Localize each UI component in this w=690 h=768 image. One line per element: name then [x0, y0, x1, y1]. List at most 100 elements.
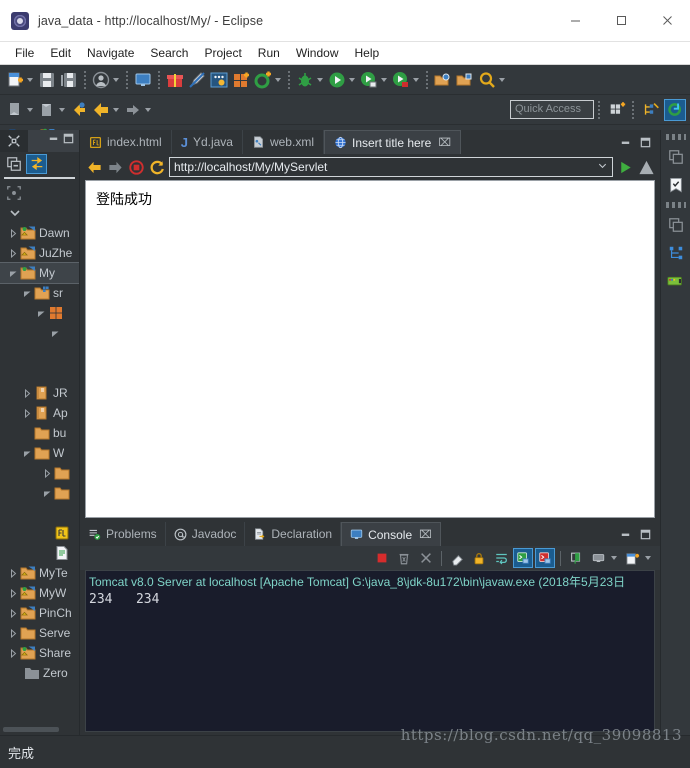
tree-item-share[interactable]: Share — [0, 643, 79, 663]
run-as-dropdown-icon[interactable] — [381, 77, 387, 82]
back-icon[interactable] — [90, 98, 112, 122]
url-bar[interactable]: http://localhost/My/MyServlet — [169, 157, 613, 177]
twisty-expanded-icon[interactable] — [40, 489, 54, 498]
link-with-editor-button[interactable] — [26, 154, 47, 174]
browser-stop-button[interactable] — [127, 158, 145, 176]
minimize-console-icon[interactable] — [619, 528, 632, 546]
search-dropdown-icon[interactable] — [499, 77, 505, 82]
display-console-dropdown-icon[interactable] — [611, 556, 617, 560]
tree-item-apache[interactable]: Ap — [0, 403, 79, 423]
tree-item-dawn[interactable]: Dawn — [0, 223, 79, 243]
tree-item-zero[interactable]: Zero — [0, 663, 79, 683]
remove-all-button[interactable] — [416, 548, 436, 568]
tree-item-juzhe[interactable]: JuZhe — [0, 243, 79, 263]
back-dropdown-icon[interactable] — [113, 107, 119, 112]
minimize-editor-icon[interactable] — [619, 136, 632, 154]
twisty-collapsed-icon[interactable] — [20, 388, 34, 398]
minimize-button[interactable] — [552, 0, 598, 41]
new-server-icon[interactable] — [230, 68, 252, 92]
close-icon[interactable]: ⌧ — [438, 136, 451, 149]
twisty-expanded-icon[interactable] — [6, 269, 20, 278]
restore-icon[interactable] — [665, 146, 687, 168]
tree-item-webcontent[interactable]: W — [0, 443, 79, 463]
tab-problems[interactable]: Problems — [80, 522, 166, 546]
twisty-collapsed-icon[interactable] — [6, 248, 20, 258]
close-button[interactable] — [644, 0, 690, 41]
console-output[interactable]: Tomcat v8.0 Server at localhost [Apache … — [85, 570, 655, 732]
forward-dropdown-icon[interactable] — [145, 107, 151, 112]
menu-window[interactable]: Window — [288, 44, 347, 62]
twisty-collapsed-icon[interactable] — [20, 408, 34, 418]
twisty-collapsed-icon[interactable] — [6, 608, 20, 618]
browser-go-button[interactable] — [616, 158, 634, 176]
new-class-icon[interactable] — [252, 68, 274, 92]
next-annotation-icon[interactable] — [4, 98, 26, 122]
menu-navigate[interactable]: Navigate — [79, 44, 142, 62]
annotation-icon[interactable] — [208, 68, 230, 92]
maximize-button[interactable] — [598, 0, 644, 41]
tree-item-webinf[interactable] — [0, 463, 79, 483]
user-dropdown-icon[interactable] — [113, 77, 119, 82]
twisty-expanded-icon[interactable] — [48, 329, 62, 338]
tree-item-pinch[interactable]: PinCh — [0, 603, 79, 623]
debug-dropdown-icon[interactable] — [317, 77, 323, 82]
servers-view-icon[interactable] — [665, 270, 687, 292]
tree-item-myte[interactable]: MyTe — [0, 563, 79, 583]
open-type-icon[interactable] — [432, 68, 454, 92]
scroll-lock-button[interactable] — [469, 548, 489, 568]
browser-back-button[interactable] — [85, 158, 103, 176]
tree-item-build[interactable]: bu — [0, 423, 79, 443]
twisty-expanded-icon[interactable] — [34, 309, 48, 318]
tree-item-src[interactable]: sr — [0, 283, 79, 303]
tree-item-my[interactable]: My — [0, 262, 79, 284]
tree-item-jre[interactable]: JR — [0, 383, 79, 403]
tree-item-class[interactable] — [0, 323, 79, 343]
debug-icon[interactable] — [294, 68, 316, 92]
tree-item-myw[interactable]: MyW — [0, 583, 79, 603]
console-icon[interactable] — [132, 68, 154, 92]
restore-2-icon[interactable] — [665, 214, 687, 236]
tree-item-xml-file[interactable] — [0, 543, 79, 563]
tree-collapse-row[interactable] — [0, 203, 79, 223]
run-dropdown-icon[interactable] — [349, 77, 355, 82]
tree-item-blank-2[interactable] — [0, 363, 79, 383]
quick-access-input[interactable]: Quick Access — [510, 100, 594, 119]
display-console-button[interactable] — [588, 548, 608, 568]
twisty-collapsed-icon[interactable] — [40, 468, 54, 478]
pencil-slash-icon[interactable] — [186, 68, 208, 92]
run-last-icon[interactable] — [390, 68, 412, 92]
open-resource-icon[interactable] — [454, 68, 476, 92]
save-all-button[interactable] — [58, 68, 80, 92]
tab-index-html[interactable]: index.html — [80, 130, 172, 154]
tasks-view-icon[interactable] — [665, 174, 687, 196]
url-text[interactable]: http://localhost/My/MyServlet — [174, 160, 597, 174]
minimize-icon[interactable] — [47, 132, 60, 150]
open-console-dropdown-icon[interactable] — [645, 556, 651, 560]
save-button[interactable] — [36, 68, 58, 92]
tree-item-metainf[interactable] — [0, 483, 79, 503]
maximize-editor-icon[interactable] — [639, 136, 652, 154]
tab-insert-title-here[interactable]: Insert title here ⌧ — [323, 130, 462, 154]
menu-help[interactable]: Help — [347, 44, 388, 62]
project-explorer-tab[interactable] — [0, 130, 28, 152]
close-icon[interactable]: ⌧ — [419, 528, 432, 541]
run-icon[interactable] — [326, 68, 348, 92]
explorer-horizontal-scrollbar[interactable] — [0, 724, 79, 735]
twisty-collapsed-icon[interactable] — [6, 588, 20, 598]
tab-web-xml[interactable]: web.xml — [242, 130, 324, 154]
terminate-button[interactable] — [372, 548, 392, 568]
tab-javadoc[interactable]: Javadoc — [166, 522, 246, 546]
menu-file[interactable]: File — [7, 44, 42, 62]
browser-warning-button[interactable] — [637, 158, 655, 176]
menu-edit[interactable]: Edit — [42, 44, 79, 62]
menu-run[interactable]: Run — [250, 44, 288, 62]
remove-launch-button[interactable] — [394, 548, 414, 568]
new-button[interactable] — [4, 68, 26, 92]
tab-console[interactable]: Console ⌧ — [341, 522, 441, 546]
twisty-expanded-icon[interactable] — [20, 449, 34, 458]
run-last-dropdown-icon[interactable] — [413, 77, 419, 82]
outline-view-icon[interactable] — [665, 242, 687, 264]
previous-annotation-icon[interactable] — [36, 98, 58, 122]
menu-search[interactable]: Search — [142, 44, 196, 62]
chevron-down-icon[interactable] — [597, 158, 608, 176]
